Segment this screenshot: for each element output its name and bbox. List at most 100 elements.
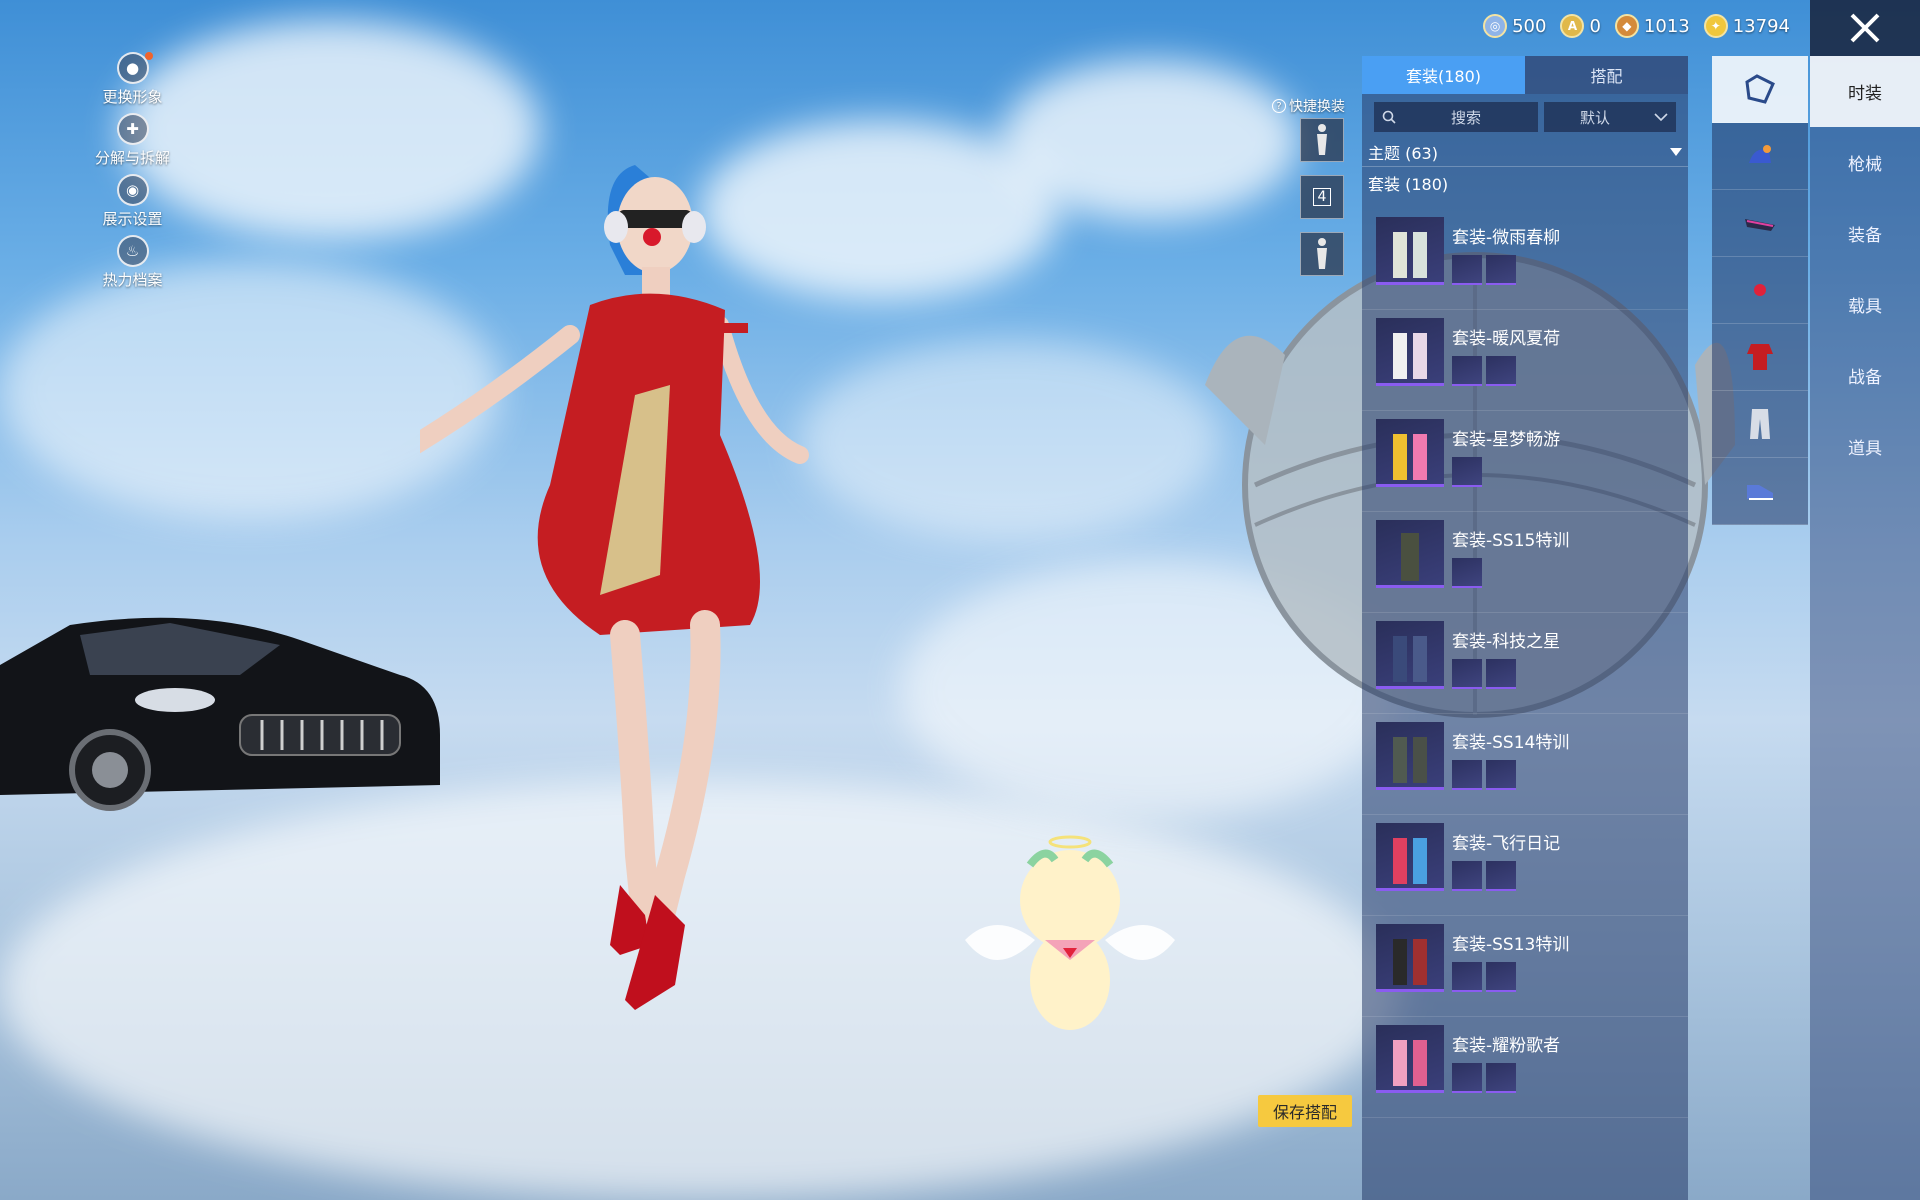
heat-archive-button[interactable]: ♨ 热力档案 bbox=[80, 235, 185, 290]
outfit-parts bbox=[1452, 255, 1516, 285]
currency-ag[interactable]: A 0 bbox=[1560, 14, 1601, 38]
outfit-parts bbox=[1452, 861, 1516, 891]
dismantle-button[interactable]: ✚ 分解与拆解 bbox=[80, 113, 185, 168]
outfit-item[interactable]: 套装-科技之星 bbox=[1362, 613, 1688, 714]
save-combination-button[interactable]: 保存搭配 bbox=[1258, 1095, 1352, 1127]
character-silhouette-icon bbox=[1317, 238, 1327, 269]
sort-value: 默认 bbox=[1580, 108, 1611, 127]
outfit-part-thumb bbox=[1486, 659, 1516, 689]
outfit-parts bbox=[1452, 457, 1482, 487]
close-icon bbox=[1850, 13, 1880, 43]
theme-filter-dropdown[interactable]: 主题 (63) bbox=[1362, 138, 1688, 167]
help-icon: ? bbox=[1272, 99, 1286, 113]
subcat-glasses[interactable] bbox=[1712, 190, 1808, 257]
outfit-parts bbox=[1452, 558, 1482, 588]
outfit-item[interactable]: 套装-SS14特训 bbox=[1362, 714, 1688, 815]
outfit-part-thumb bbox=[1452, 760, 1482, 790]
outfit-item[interactable]: 套装-暖风夏荷 bbox=[1362, 310, 1688, 411]
character-silhouette-icon bbox=[1317, 124, 1327, 155]
outfit-part-thumb bbox=[1452, 1063, 1482, 1093]
category-fashion[interactable]: 时装 bbox=[1810, 56, 1920, 127]
category-items[interactable]: 道具 bbox=[1810, 411, 1920, 482]
subcat-outfit-set[interactable] bbox=[1712, 56, 1808, 123]
outfit-part-thumb bbox=[1486, 1063, 1516, 1093]
notification-dot bbox=[144, 52, 153, 60]
currency-uc-value: 500 bbox=[1512, 15, 1547, 37]
outfit-name: 套装-微雨春柳 bbox=[1452, 228, 1561, 248]
display-settings-button[interactable]: ◉ 展示设置 bbox=[80, 174, 185, 229]
quick-change-slot-2[interactable]: 4 bbox=[1300, 175, 1344, 219]
outfit-thumbnail bbox=[1376, 924, 1444, 992]
outfit-thumbnail bbox=[1376, 419, 1444, 487]
avatar-icon: ● bbox=[116, 52, 153, 84]
outfit-name: 套装-SS15特训 bbox=[1452, 531, 1570, 551]
quick-change-slot-1[interactable] bbox=[1300, 118, 1344, 162]
angel-cat-pet bbox=[965, 835, 1175, 1030]
shoes-icon bbox=[1747, 485, 1773, 500]
currency-ag-value: 0 bbox=[1589, 15, 1601, 37]
outfit-parts bbox=[1452, 1063, 1516, 1093]
close-button[interactable] bbox=[1810, 0, 1920, 56]
display-settings-label: 展示设置 bbox=[102, 210, 163, 228]
search-icon bbox=[1382, 110, 1396, 124]
outfit-item[interactable]: 套装-微雨春柳 bbox=[1362, 209, 1688, 310]
change-appearance-button[interactable]: ● 更换形象 bbox=[80, 52, 185, 107]
outfit-item[interactable]: 套装-SS15特训 bbox=[1362, 512, 1688, 613]
dismantle-label: 分解与拆解 bbox=[94, 149, 170, 167]
quick-change-slot-3[interactable] bbox=[1300, 232, 1344, 276]
category-vehicles[interactable]: 载具 bbox=[1810, 269, 1920, 340]
outfit-thumbnail bbox=[1376, 621, 1444, 689]
tab-outfits[interactable]: 套装(180) bbox=[1362, 56, 1525, 94]
outfit-part-thumb bbox=[1452, 457, 1482, 487]
subcat-mask[interactable] bbox=[1712, 257, 1808, 324]
currency-bar: ◎ 500 A 0 ◆ 1013 ✦ 13794 bbox=[1483, 14, 1790, 38]
search-row: 搜索 默认 bbox=[1362, 94, 1688, 138]
outfit-part-thumb bbox=[1486, 255, 1516, 285]
outfit-part-thumb bbox=[1452, 659, 1482, 689]
hat-icon bbox=[1749, 145, 1771, 163]
medal-coin-icon: ◆ bbox=[1614, 14, 1639, 38]
outfit-thumbnail bbox=[1376, 823, 1444, 891]
category-guns[interactable]: 枪械 bbox=[1810, 127, 1920, 198]
tab-combination[interactable]: 搭配 bbox=[1525, 56, 1688, 94]
subcat-hat[interactable] bbox=[1712, 123, 1808, 190]
subcat-pants[interactable] bbox=[1712, 391, 1808, 458]
currency-gold[interactable]: ✦ 13794 bbox=[1703, 14, 1790, 38]
quick-change-label[interactable]: ? 快捷换装 bbox=[1272, 96, 1345, 116]
outfit-part-thumb bbox=[1452, 255, 1482, 285]
outfit-item[interactable]: 套装-星梦畅游 bbox=[1362, 411, 1688, 512]
outfit-set-icon bbox=[1745, 74, 1775, 104]
outfit-thumbnail bbox=[1376, 217, 1444, 285]
outfit-name: 套装-SS14特训 bbox=[1452, 733, 1570, 753]
currency-medal[interactable]: ◆ 1013 bbox=[1614, 14, 1690, 38]
outfit-item[interactable]: 套装-飞行日记 bbox=[1362, 815, 1688, 916]
outfit-thumbnail bbox=[1376, 318, 1444, 386]
outfit-thumbnail bbox=[1376, 520, 1444, 588]
outfit-part-thumb bbox=[1486, 861, 1516, 891]
globe-coin-icon: ◎ bbox=[1483, 14, 1508, 38]
heat-archive-label: 热力档案 bbox=[102, 271, 163, 289]
subcat-shoes[interactable] bbox=[1712, 458, 1808, 525]
outfit-item[interactable]: 套装-耀粉歌者 bbox=[1362, 1017, 1688, 1118]
sort-dropdown[interactable]: 默认 bbox=[1544, 102, 1676, 132]
change-appearance-label: 更换形象 bbox=[102, 88, 163, 106]
currency-gold-value: 13794 bbox=[1732, 15, 1790, 37]
mask-icon bbox=[1754, 284, 1766, 296]
left-action-list: ● 更换形象 ✚ 分解与拆解 ◉ 展示设置 ♨ 热力档案 bbox=[80, 52, 185, 296]
category-gear[interactable]: 战备 bbox=[1810, 340, 1920, 411]
outfit-count-label: 套装 (180) bbox=[1368, 175, 1449, 194]
category-equipment[interactable]: 装备 bbox=[1810, 198, 1920, 269]
outfit-name: 套装-耀粉歌者 bbox=[1452, 1036, 1561, 1056]
flame-icon: ♨ bbox=[116, 235, 149, 267]
gold-coin-icon: ✦ bbox=[1703, 14, 1728, 38]
currency-uc[interactable]: ◎ 500 bbox=[1483, 14, 1546, 38]
outfit-part-thumb bbox=[1452, 861, 1482, 891]
subcat-top[interactable] bbox=[1712, 324, 1808, 391]
outfit-item[interactable]: 套装-SS13特训 bbox=[1362, 916, 1688, 1017]
outfit-list[interactable]: 套装-微雨春柳 套装-暖风夏荷 套装-星梦畅游 套装-SS15特训 套装-科技之… bbox=[1362, 203, 1688, 1135]
pants-icon bbox=[1750, 409, 1770, 439]
outfit-name: 套装-星梦畅游 bbox=[1452, 430, 1561, 450]
chevron-down-icon bbox=[1654, 113, 1668, 122]
search-input[interactable]: 搜索 bbox=[1374, 102, 1538, 132]
panel-tabs: 套装(180) 搭配 bbox=[1362, 56, 1688, 94]
